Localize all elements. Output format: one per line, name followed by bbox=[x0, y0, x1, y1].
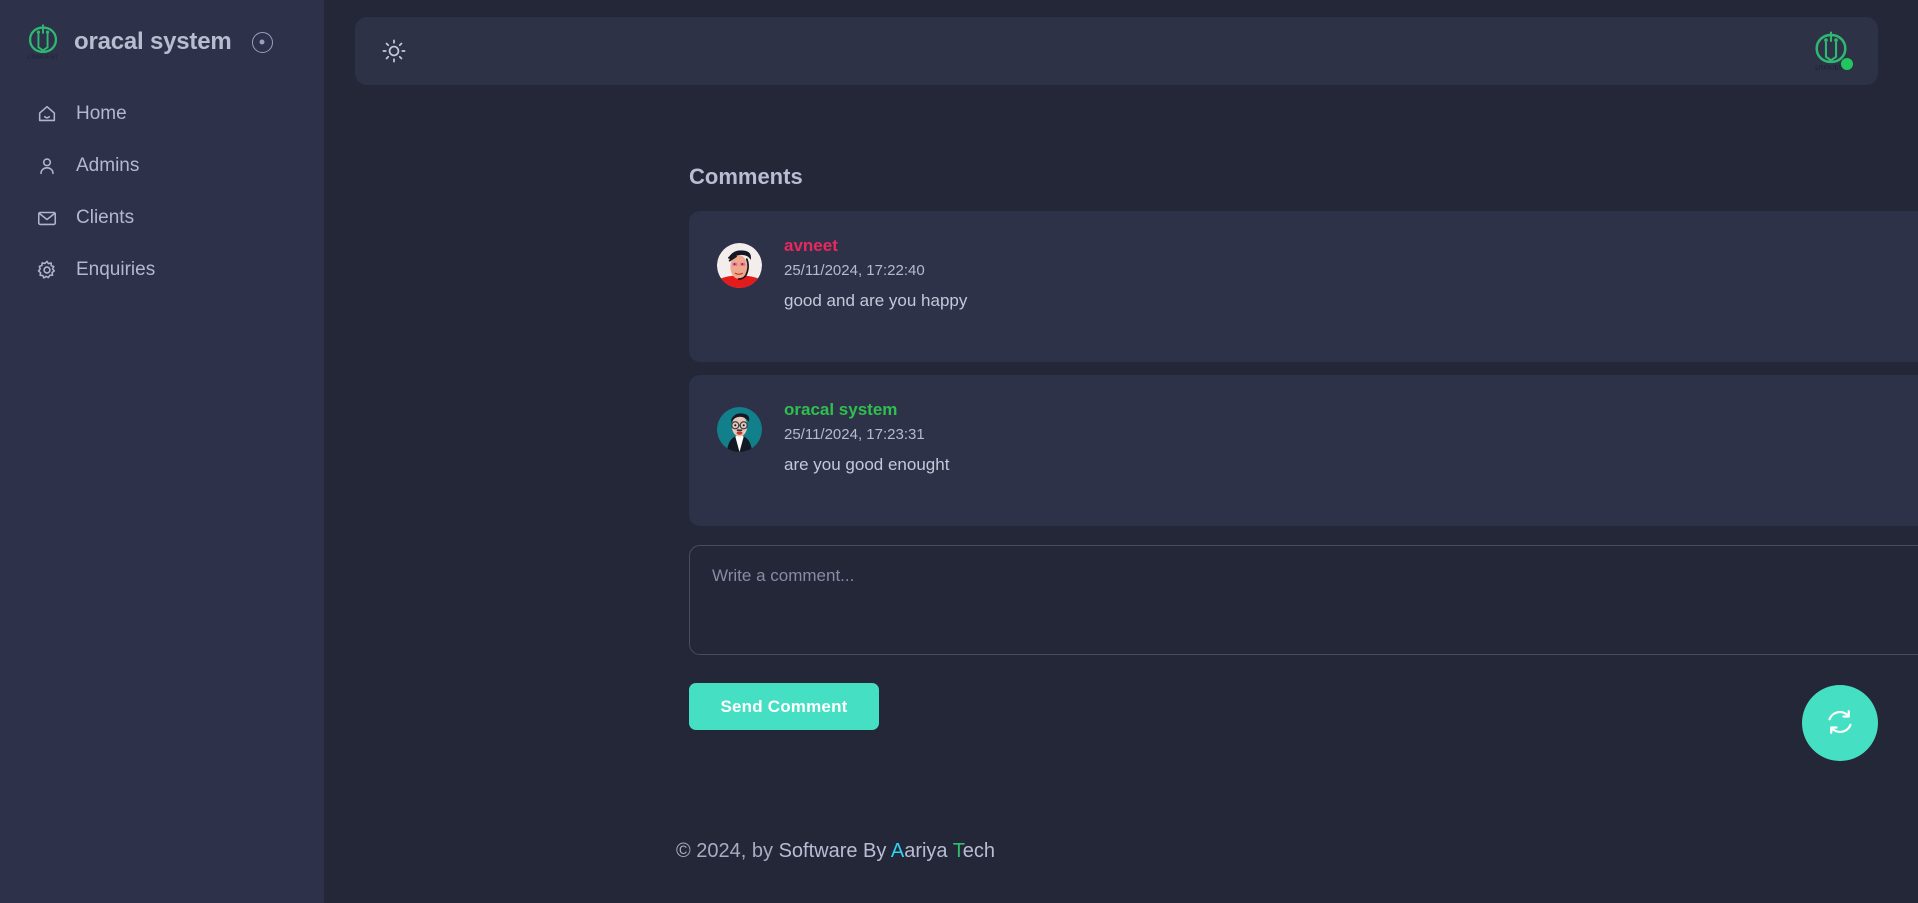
linguest-logo-icon: LINGUEST bbox=[26, 23, 60, 61]
comment-timestamp: 25/11/2024, 17:22:40 bbox=[784, 262, 925, 279]
comment-item: oracal system 25/11/2024, 17:23:31 are y… bbox=[689, 375, 1918, 526]
footer-copyright: © 2024, by bbox=[676, 840, 779, 862]
collapse-sidebar-toggle-icon[interactable] bbox=[251, 31, 273, 53]
app-root: LINGUEST oracal system Home Admins Clien… bbox=[0, 0, 1918, 903]
footer-brand-ariya: ariya bbox=[904, 840, 953, 862]
comment-body: avneet 25/11/2024, 17:22:40 good and are… bbox=[784, 233, 967, 340]
avatar-avneet-icon bbox=[717, 243, 762, 288]
footer-brand-ech: ech bbox=[962, 840, 995, 862]
refresh-button[interactable] bbox=[1802, 685, 1878, 761]
sidebar-item-label: Admins bbox=[76, 155, 140, 176]
sidebar-item-admins[interactable]: Admins bbox=[0, 140, 324, 192]
status-badge bbox=[1841, 58, 1853, 70]
footer-brand-a: A bbox=[890, 840, 905, 862]
sidebar-item-enquiries[interactable]: Enquiries bbox=[0, 244, 324, 296]
footer-software-by: Software By bbox=[778, 840, 891, 862]
envelope-icon bbox=[36, 207, 58, 229]
brand: LINGUEST oracal system bbox=[0, 0, 324, 66]
top-bar: LINGUEST bbox=[355, 17, 1878, 85]
avatar[interactable]: LINGUEST bbox=[1810, 30, 1853, 72]
refresh-icon bbox=[1825, 707, 1855, 740]
comment-author: avneet bbox=[784, 236, 838, 255]
sidebar-nav: Home Admins Clients Enquiries bbox=[0, 88, 324, 296]
avatar-oracal-system-icon bbox=[717, 407, 762, 452]
sidebar-item-label: Clients bbox=[76, 207, 135, 228]
comments-heading: Comments bbox=[689, 164, 803, 189]
sidebar-item-label: Home bbox=[76, 103, 127, 124]
gear-icon bbox=[36, 259, 58, 281]
user-icon bbox=[36, 155, 58, 177]
footer-brand-t: T bbox=[952, 840, 963, 862]
comment-timestamp: 25/11/2024, 17:23:31 bbox=[784, 426, 925, 443]
send-comment-button[interactable]: Send Comment bbox=[689, 683, 879, 730]
home-icon bbox=[36, 103, 58, 125]
sidebar-item-label: Enquiries bbox=[76, 259, 156, 280]
comment-input[interactable] bbox=[689, 545, 1918, 655]
sun-icon[interactable] bbox=[381, 38, 407, 64]
comment-author: oracal system bbox=[784, 400, 898, 419]
comment-item: avneet 25/11/2024, 17:22:40 good and are… bbox=[689, 211, 1918, 362]
sidebar: LINGUEST oracal system Home Admins Clien… bbox=[0, 0, 324, 903]
page-title: oracal system bbox=[74, 28, 232, 55]
sidebar-item-clients[interactable]: Clients bbox=[0, 192, 324, 244]
footer: © 2024, by Software By Aariya Tech bbox=[676, 840, 995, 863]
comment-text: are you good enought bbox=[784, 455, 950, 474]
sidebar-item-home[interactable]: Home bbox=[0, 88, 324, 140]
main-content: LINGUEST Comments avneet 25/11/2024, 17:… bbox=[324, 0, 1918, 903]
comment-body: oracal system 25/11/2024, 17:23:31 are y… bbox=[784, 397, 949, 504]
comment-text: good and are you happy bbox=[784, 291, 968, 310]
svg-text:LINGUEST: LINGUEST bbox=[28, 55, 59, 61]
